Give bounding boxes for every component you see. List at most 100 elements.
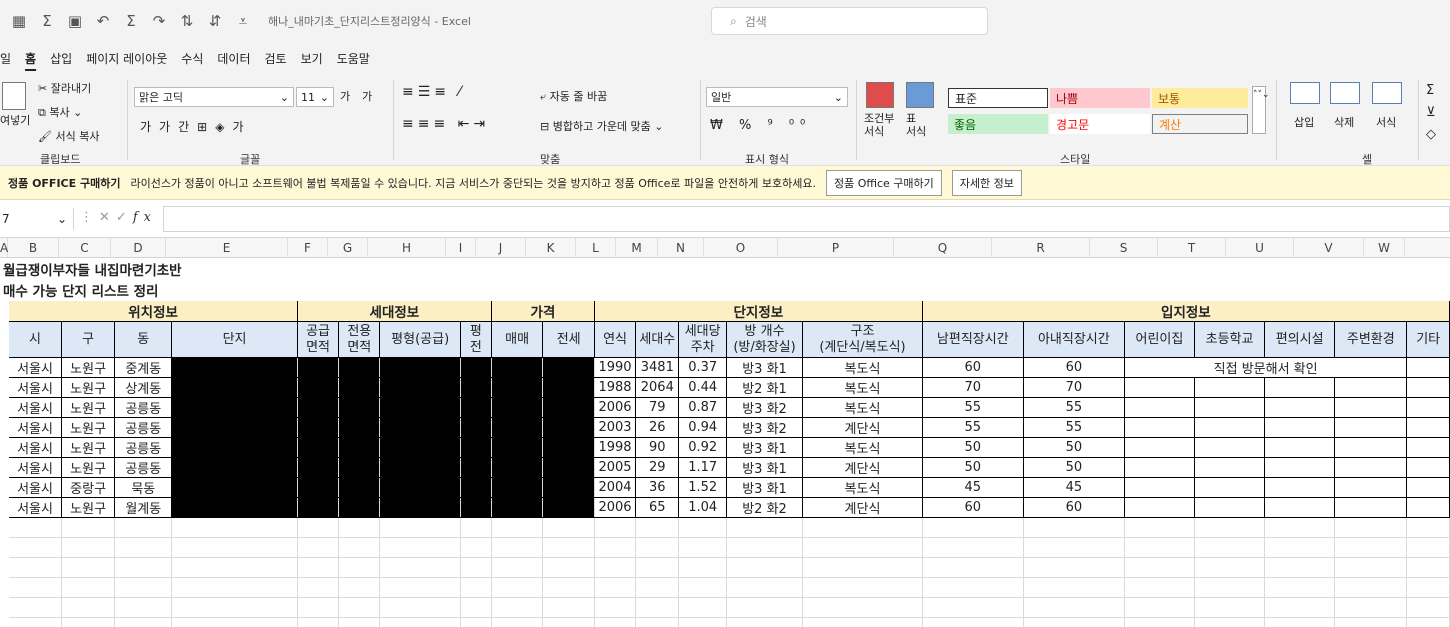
- empty-cell[interactable]: [1123, 477, 1195, 498]
- empty-cell[interactable]: [1264, 617, 1336, 627]
- header-parking[interactable]: 세대당 주차: [678, 321, 727, 358]
- empty-cell[interactable]: [114, 617, 173, 627]
- header-pyeong[interactable]: 평형(공급): [379, 321, 461, 358]
- style-warning[interactable]: 경고문: [1050, 114, 1150, 134]
- cell-gu[interactable]: 노원구: [60, 437, 116, 458]
- font-name-select[interactable]: 맑은 고딕 ⌄: [134, 87, 294, 107]
- empty-cell[interactable]: [1406, 517, 1450, 538]
- redacted-cell[interactable]: [490, 477, 544, 498]
- empty-cell[interactable]: [921, 577, 1024, 598]
- empty-cell[interactable]: [1193, 437, 1266, 458]
- cell-households[interactable]: 65: [635, 497, 680, 518]
- empty-cell[interactable]: [725, 537, 804, 558]
- column-header-m[interactable]: M: [616, 238, 658, 258]
- customize-icon[interactable]: ⩡: [232, 12, 254, 30]
- group-location[interactable]: 위치정보: [8, 300, 298, 322]
- empty-cell[interactable]: [1406, 497, 1450, 518]
- empty-cell[interactable]: [1, 498, 9, 518]
- cell-gu[interactable]: 중랑구: [60, 477, 116, 498]
- empty-cell[interactable]: [490, 617, 544, 627]
- cell-wife[interactable]: 55: [1022, 397, 1125, 418]
- menu-home[interactable]: 홈: [25, 50, 36, 67]
- paste-icon[interactable]: [2, 82, 26, 110]
- cell-rooms[interactable]: 방3 화2: [725, 417, 804, 438]
- column-header-p[interactable]: P: [778, 238, 894, 258]
- delete-cells-button[interactable]: 삭제: [1334, 114, 1354, 130]
- column-header-i[interactable]: I: [446, 238, 476, 258]
- column-header-b[interactable]: B: [8, 238, 59, 258]
- empty-cell[interactable]: [459, 557, 492, 578]
- empty-cell[interactable]: [459, 577, 492, 598]
- empty-cell[interactable]: [921, 517, 1024, 538]
- empty-cell[interactable]: [60, 517, 116, 538]
- redacted-cell[interactable]: [338, 397, 381, 418]
- empty-cell[interactable]: [1193, 517, 1266, 538]
- redacted-cell[interactable]: [542, 417, 595, 438]
- cell-parking[interactable]: 1.17: [678, 457, 727, 478]
- format-cells-icon[interactable]: [1372, 82, 1402, 104]
- font-color-icon[interactable]: 가: [232, 120, 251, 134]
- formula-input[interactable]: [163, 206, 1450, 232]
- redo-icon[interactable]: ↷: [148, 12, 170, 30]
- menu-formulas[interactable]: 수식: [181, 50, 203, 67]
- header-rooms[interactable]: 방 개수 (방/화장실): [725, 321, 804, 358]
- group-price[interactable]: 가격: [490, 300, 595, 322]
- cell-year[interactable]: 2006: [593, 397, 637, 418]
- redacted-cell[interactable]: [542, 357, 595, 378]
- empty-cell[interactable]: [171, 617, 298, 627]
- empty-cell[interactable]: [1193, 417, 1266, 438]
- empty-cell[interactable]: [593, 577, 637, 598]
- empty-cell[interactable]: [60, 577, 116, 598]
- redacted-cell[interactable]: [542, 377, 595, 398]
- header-jeonse[interactable]: 전세: [542, 321, 595, 358]
- empty-cell[interactable]: [1022, 577, 1125, 598]
- empty-cell[interactable]: [725, 577, 804, 598]
- empty-cell[interactable]: [1, 578, 9, 598]
- empty-cell[interactable]: [1193, 377, 1266, 398]
- empty-cell[interactable]: [678, 617, 727, 627]
- empty-cell[interactable]: [1334, 537, 1408, 558]
- cell-si[interactable]: 서울시: [8, 377, 62, 398]
- empty-cell[interactable]: [1406, 437, 1450, 458]
- empty-cell[interactable]: [60, 597, 116, 618]
- cell-husband[interactable]: 50: [921, 437, 1024, 458]
- empty-cell[interactable]: [1022, 537, 1125, 558]
- empty-cell[interactable]: [1334, 617, 1408, 627]
- empty-cell[interactable]: [171, 597, 298, 618]
- cell-parking[interactable]: 0.37: [678, 357, 727, 378]
- header-danji[interactable]: 단지: [171, 321, 298, 358]
- empty-cell[interactable]: [1, 598, 9, 618]
- cell-gu[interactable]: 노원구: [60, 417, 116, 438]
- empty-cell[interactable]: [1, 458, 9, 478]
- empty-cell[interactable]: [1264, 397, 1336, 418]
- redacted-cell[interactable]: [490, 497, 544, 518]
- empty-cell[interactable]: [1, 518, 9, 538]
- header-supply-area[interactable]: 공급 면적: [296, 321, 340, 358]
- fx-icon[interactable]: fx: [133, 210, 157, 225]
- column-header-e[interactable]: E: [166, 238, 288, 258]
- style-bad[interactable]: 나쁨: [1050, 88, 1150, 108]
- redacted-cell[interactable]: [171, 357, 298, 378]
- cell-si[interactable]: 서울시: [8, 397, 62, 418]
- empty-cell[interactable]: [542, 597, 595, 618]
- redacted-cell[interactable]: [296, 357, 340, 378]
- cell-si[interactable]: 서울시: [8, 477, 62, 498]
- empty-cell[interactable]: [1123, 617, 1195, 627]
- empty-cell[interactable]: [296, 577, 340, 598]
- empty-cell[interactable]: [379, 597, 461, 618]
- redacted-cell[interactable]: [338, 377, 381, 398]
- empty-cell[interactable]: [1123, 377, 1195, 398]
- editing-icons[interactable]: Σ ⊻ ◇: [1426, 80, 1436, 146]
- empty-cell[interactable]: [1264, 557, 1336, 578]
- empty-cell[interactable]: [379, 577, 461, 598]
- style-calculation[interactable]: 계산: [1152, 114, 1248, 134]
- empty-cell[interactable]: [60, 557, 116, 578]
- cell-wife[interactable]: 60: [1022, 357, 1125, 378]
- empty-cell[interactable]: [1406, 457, 1450, 478]
- header-year[interactable]: 연식: [593, 321, 637, 358]
- autosum-icon[interactable]: Σ: [120, 12, 142, 30]
- empty-cell[interactable]: [1264, 457, 1336, 478]
- empty-cell[interactable]: [1193, 477, 1266, 498]
- redacted-cell[interactable]: [171, 457, 298, 478]
- empty-cell[interactable]: [296, 537, 340, 558]
